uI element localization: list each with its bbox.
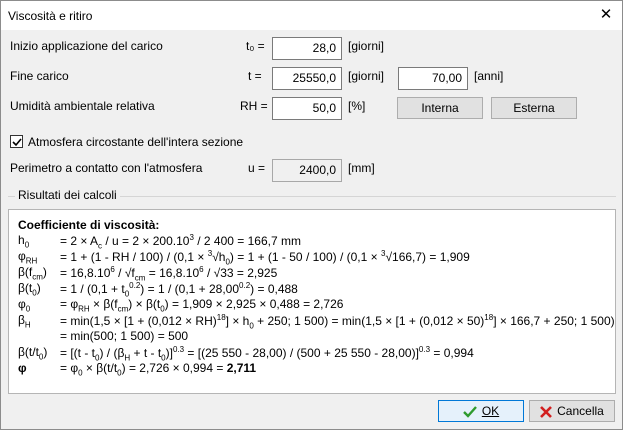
results-panel: Coefficiente di viscosità: h0 = 2 × Ac /… <box>8 209 616 394</box>
cancel-label: Cancella <box>557 404 604 418</box>
humidity-unit: [%] <box>348 99 366 113</box>
load-start-label: Inizio applicazione del carico <box>10 39 163 53</box>
load-start-symbol: t₀ = <box>246 39 265 53</box>
load-end-years-input[interactable]: 70,00 <box>398 67 468 90</box>
internal-button[interactable]: Interna <box>397 97 483 119</box>
atmosphere-label: Atmosfera circostante dell'intera sezion… <box>28 135 244 149</box>
dialog-window: Viscosità e ritiro ✕ Inizio applicazione… <box>0 0 623 430</box>
external-button[interactable]: Esterna <box>491 97 577 119</box>
cancel-x-icon <box>540 405 553 418</box>
humidity-label: Umidità ambientale relativa <box>10 99 155 113</box>
humidity-input[interactable]: 50,0 <box>272 97 342 120</box>
perimeter-unit: [mm] <box>348 161 375 175</box>
humidity-symbol: RH = <box>240 99 268 113</box>
load-start-input[interactable]: 28,0 <box>272 37 342 60</box>
ok-label: OK <box>481 404 500 418</box>
phi-result-value: 2,711 <box>226 361 257 375</box>
load-end-unit: [giorni] <box>348 69 385 83</box>
ok-button[interactable]: OK <box>438 400 524 422</box>
perimeter-label: Perimetro a contatto con l'atmosfera <box>10 161 203 175</box>
perimeter-symbol: u = <box>248 161 266 175</box>
title-bar: Viscosità e ritiro ✕ <box>1 1 622 30</box>
window-title: Viscosità e ritiro <box>8 9 93 23</box>
perimeter-input: 2400,0 <box>272 159 342 182</box>
checkmark-icon <box>12 138 22 147</box>
atmosphere-checkbox[interactable] <box>10 135 23 148</box>
results-heading: Coefficiente di viscosità: <box>18 218 160 232</box>
load-end-input[interactable]: 25550,0 <box>272 67 342 90</box>
results-group-title: Risultati dei calcoli <box>15 188 120 202</box>
load-end-label: Fine carico <box>10 69 69 83</box>
load-start-unit: [giorni] <box>348 39 385 53</box>
load-end-symbol: t = <box>248 69 262 83</box>
load-end-years-unit: [anni] <box>474 69 504 83</box>
close-icon[interactable]: ✕ <box>593 4 619 26</box>
cancel-button[interactable]: Cancella <box>529 400 615 422</box>
check-icon <box>462 406 477 418</box>
